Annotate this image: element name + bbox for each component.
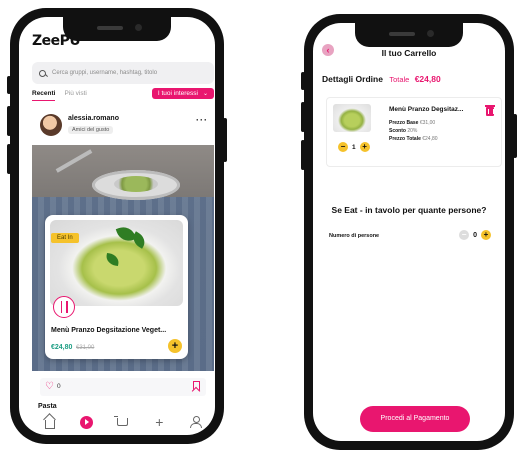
post-actions: ♡ 0: [40, 378, 206, 396]
side-button: [7, 106, 11, 136]
persons-increase-button[interactable]: +: [481, 230, 491, 240]
trash-icon[interactable]: [485, 105, 495, 116]
product-old-price: €31,00: [76, 344, 95, 351]
chevron-down-icon: ⌄: [202, 91, 208, 97]
heart-icon[interactable]: ♡: [45, 381, 54, 392]
interests-label: I tuoi interessi: [157, 90, 198, 97]
tab-recent[interactable]: Recenti: [32, 90, 56, 101]
search-placeholder: Cerca gruppi, username, hashtag, titolo: [52, 70, 158, 76]
interests-button[interactable]: I tuoi interessi ⌄: [151, 88, 214, 99]
discount-value: 20%: [407, 128, 418, 134]
cart-screen: ‹ Il tuo Carrello Dettagli Ordine Totale…: [313, 23, 505, 441]
phone-feed: ZeePU Cerca gruppi, username, hashtag, t…: [7, 8, 227, 444]
feed-tabs: Recenti Più visti I tuoi interessi ⌄: [32, 88, 214, 106]
product-name: Menù Pranzo Degsitazione Veget...: [51, 327, 167, 334]
nav-cart[interactable]: [114, 414, 131, 430]
eat-in-badge: Eat In: [51, 233, 79, 243]
more-options-icon[interactable]: ···: [196, 115, 208, 125]
nav-profile[interactable]: [188, 414, 204, 430]
avatar[interactable]: [40, 114, 62, 136]
cart-icon: [114, 416, 129, 426]
total-label: Totale: [389, 75, 410, 84]
order-header-label: Dettagli Ordine: [322, 74, 383, 84]
increase-button[interactable]: +: [359, 142, 370, 152]
group-tag[interactable]: Amici del gusto: [68, 126, 114, 134]
fork-bg: [55, 149, 93, 173]
phone-cart: ‹ Il tuo Carrello Dettagli Ordine Totale…: [301, 14, 517, 450]
search-icon: [39, 69, 46, 77]
persons-label: Numero di persone: [329, 233, 380, 239]
base-price-label: Prezzo Base: [389, 120, 419, 126]
add-to-cart-button[interactable]: +: [168, 339, 182, 353]
cutlery-icon: [53, 296, 75, 318]
likes-count: 0: [57, 383, 61, 390]
nav-home[interactable]: [42, 414, 58, 430]
persons-value: 0: [473, 231, 477, 239]
nav-add[interactable]: +: [151, 414, 167, 430]
product-price: €24,80: [51, 344, 73, 351]
persons-question: Se Eat - in tavolo per quante persone?: [331, 205, 487, 215]
quantity-stepper: − 1 +: [338, 142, 370, 152]
bookmark-icon[interactable]: [193, 381, 200, 391]
nav-play[interactable]: [79, 414, 95, 430]
cart-item-name: Menù Pranzo Degsitaz...: [389, 106, 464, 113]
notch: [355, 23, 463, 47]
order-header: Dettagli Ordine Totale €24,80: [322, 74, 441, 84]
feed-screen: ZeePU Cerca gruppi, username, hashtag, t…: [19, 17, 215, 435]
discount-line: Sconto 20%: [389, 128, 417, 134]
post-username[interactable]: alessia.romano: [68, 115, 119, 122]
side-button: [301, 72, 305, 90]
home-icon: [45, 419, 56, 429]
cart-item-image: [333, 104, 371, 132]
side-button: [7, 76, 11, 94]
stage: ZeePU Cerca gruppi, username, hashtag, t…: [0, 0, 517, 450]
base-price-value: €31,00: [419, 120, 436, 126]
side-button: [223, 118, 227, 162]
next-post-label: Pasta: [38, 403, 57, 410]
quantity-value: 1: [352, 143, 356, 151]
user-icon: [189, 416, 202, 428]
item-total-label: Prezzo Totale: [389, 136, 421, 142]
product-card[interactable]: Eat In Menù Pranzo Degsitazione Veget...…: [45, 215, 188, 359]
side-button: [7, 144, 11, 174]
persons-decrease-button[interactable]: −: [459, 230, 470, 240]
item-total-line: Prezzo Totale €24,80: [389, 136, 438, 142]
cart-item: − 1 + Menù Pranzo Degsitaz... Prezzo Bas…: [326, 97, 502, 167]
search-input[interactable]: Cerca gruppi, username, hashtag, titolo: [32, 62, 214, 84]
total-value: €24,80: [414, 74, 441, 84]
play-icon: [80, 415, 94, 429]
decrease-button[interactable]: −: [338, 142, 348, 152]
checkout-button[interactable]: Procedi al Pagamento: [360, 406, 470, 432]
plus-icon: +: [155, 414, 164, 430]
tab-most-viewed[interactable]: Più visti: [64, 90, 86, 100]
notch: [63, 17, 171, 41]
discount-label: Sconto: [389, 128, 406, 134]
plate-bg: [92, 170, 180, 200]
page-title: Il tuo Carrello: [381, 48, 437, 58]
side-button: [513, 114, 517, 158]
bottom-nav: +: [32, 412, 214, 432]
side-button: [301, 102, 305, 132]
side-button: [301, 140, 305, 170]
post-header: alessia.romano Amici del gusto ···: [32, 110, 214, 140]
persons-stepper: − 0 +: [459, 230, 491, 240]
item-total-value: €24,80: [422, 136, 438, 142]
base-price-line: Prezzo Base €31,00: [389, 120, 435, 126]
